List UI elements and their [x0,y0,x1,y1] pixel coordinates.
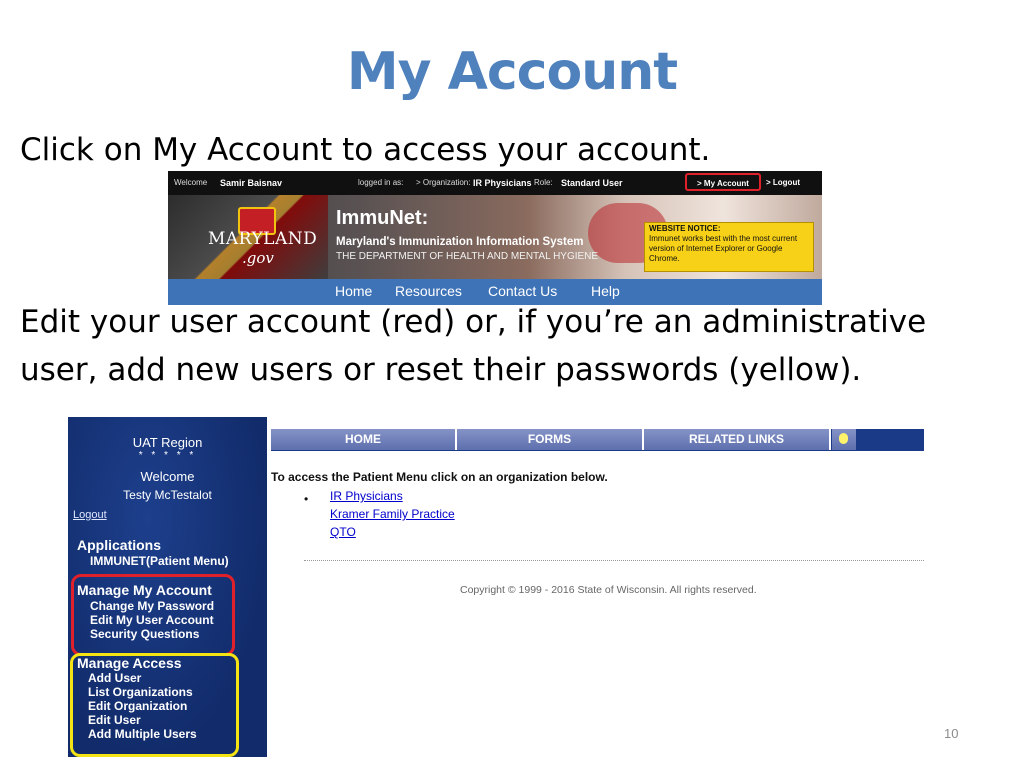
welcome-label: Welcome [140,469,195,484]
caption-edit-account: Edit your user account (red) or, if you’… [20,304,927,388]
tab-home[interactable]: HOME [271,429,457,450]
menu-item-immunet[interactable]: IMMUNET(Patient Menu) [90,554,229,568]
maryland-logo-text: MARYLAND [208,229,318,249]
nav-contact-us[interactable]: Contact Us [488,283,557,299]
org-link-kramer-family-practice[interactable]: Kramer Family Practice [330,507,455,521]
role-label: Role: [534,178,553,187]
wisconsin-menu-screenshot: UAT Region * * * * * Welcome Testy McTes… [68,417,924,757]
website-notice: WEBSITE NOTICE: Immunet works best with … [644,222,814,272]
app-name: ImmuNet: [336,207,429,229]
dotted-divider [304,560,924,561]
app-subtitle: Maryland's Immunization Information Syst… [336,236,584,248]
page-number: 10 [944,726,959,741]
logout-link[interactable]: Logout [73,509,107,521]
notice-text: Immunet works best with the most current… [649,234,798,263]
org-link-ir-physicians[interactable]: IR Physicians [330,489,403,503]
nav-home[interactable]: Home [335,283,372,299]
list-bullet: • [304,492,309,506]
region-label: UAT Region [132,435,203,450]
welcome-label: Welcome [174,178,208,187]
applications-heading: Applications [77,537,162,553]
yellow-highlight-box [70,653,239,757]
logout-link[interactable]: > Logout [766,171,800,195]
caption-my-account: Click on My Account to access your accou… [20,132,711,168]
immunet-header-screenshot: Welcome Samir Baisnav logged in as: > Or… [168,171,822,305]
immunet-banner: MARYLAND .gov ImmuNet: Maryland's Immuni… [168,195,822,279]
slide-title: My Account [346,42,678,102]
red-highlight-box [71,574,235,656]
org-link-qto[interactable]: QTO [330,525,356,539]
copyright-text: Copyright © 1999 - 2016 State of Wiscons… [460,584,757,596]
nav-help[interactable]: Help [591,283,620,299]
notice-title: WEBSITE NOTICE: [649,224,721,233]
lightbulb-icon[interactable] [832,429,856,450]
patient-menu-instructions: To access the Patient Menu click on an o… [271,470,608,484]
org-label: > Organization: [416,178,471,187]
maryland-gov-text: .gov [242,249,274,267]
tab-forms[interactable]: FORMS [457,429,644,450]
logged-in-label: logged in as: [358,178,404,187]
nav-resources[interactable]: Resources [395,283,462,299]
stars-divider: * * * * * [138,450,197,461]
left-sidebar: UAT Region * * * * * Welcome Testy McTes… [68,417,267,757]
tab-related-links[interactable]: RELATED LINKS [644,429,831,450]
user-name: Testy McTestalot [123,488,212,502]
user-name: Samir Baisnav [220,178,283,188]
my-account-link[interactable]: > My Account [685,173,761,191]
org-name: IR Physicians [473,178,532,188]
department-name: THE DEPARTMENT OF HEALTH AND MENTAL HYGI… [336,251,599,262]
role-name: Standard User [561,178,623,188]
